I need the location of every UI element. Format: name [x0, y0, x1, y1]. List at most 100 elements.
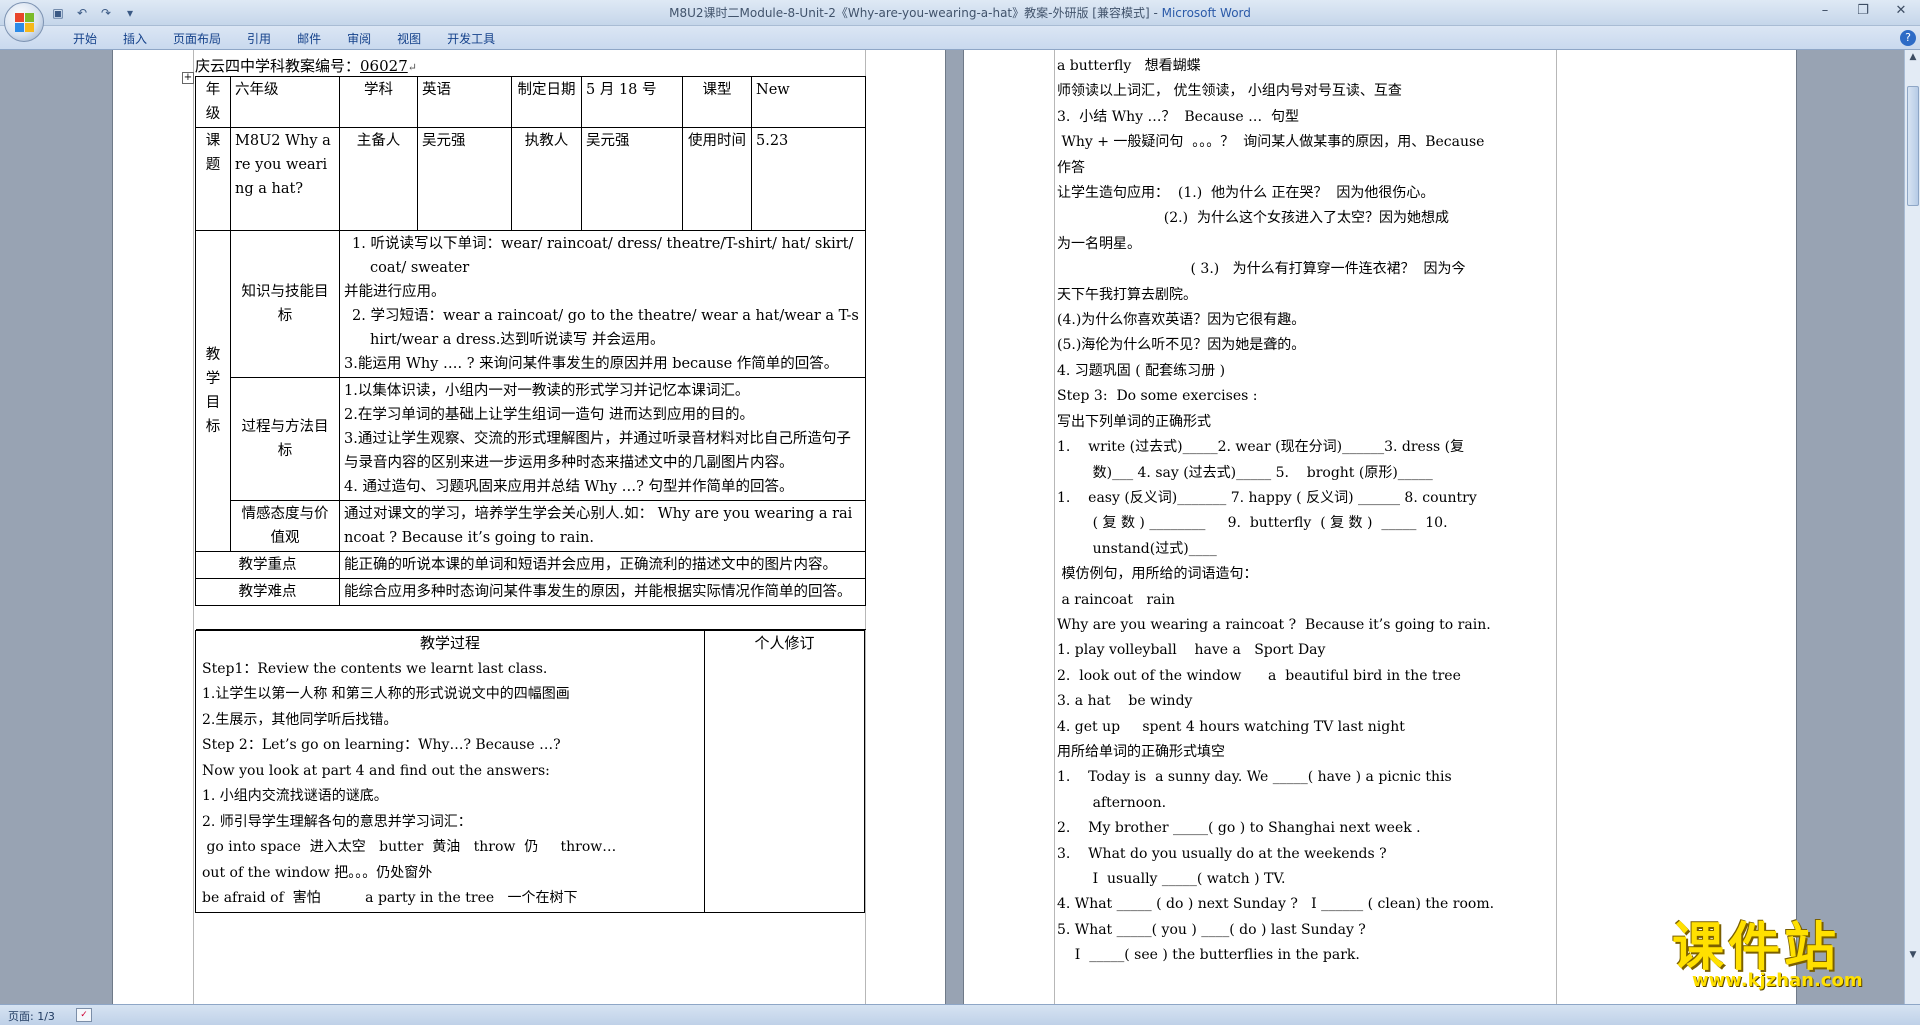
minimize-button[interactable]: –: [1812, 2, 1838, 20]
office-logo-icon: [15, 13, 35, 33]
page-1-content[interactable]: + 庆云四中学科教案编号：06027 年级 六年级 学科 英语 制定日期 5 月…: [182, 56, 866, 913]
scroll-up-icon[interactable]: ▲: [1907, 52, 1919, 66]
process-line: 1.让学生以第一人称 和第三人称的形式说说文中的四幅图画: [202, 686, 570, 702]
watermark-logo: 课件站 www.kjzhan.com: [1672, 918, 1902, 991]
page-2-line: 1. play volleyball have a Sport Day: [1057, 642, 1326, 659]
teaching-process-table: 教学过程 Step1：Review the contents we learnt…: [195, 630, 865, 913]
page-2-line: 2. look out of the window a beautiful bi…: [1057, 667, 1461, 684]
use-time-value: 5.23: [751, 127, 866, 231]
tab-references[interactable]: 引用: [234, 30, 284, 48]
page-2-line: I usually _____( watch ) TV.: [1057, 871, 1286, 887]
knowledge-label: 知识与技能目标: [230, 230, 340, 378]
help-icon[interactable]: ?: [1900, 30, 1916, 46]
date-label: 制定日期: [511, 76, 582, 128]
page-2-line: 4. What _____ ( do ) next Sunday ? I ___…: [1057, 896, 1495, 913]
knowledge-item: 并能进行应用。: [344, 284, 446, 300]
tab-view[interactable]: 视图: [384, 30, 434, 48]
spelling-check-icon[interactable]: ✓: [76, 1008, 92, 1022]
page-2-line: I _____( see ) the butterflies in the pa…: [1057, 947, 1360, 964]
process-line: 2.生展示，其他同学听后找错。: [202, 711, 398, 728]
page-1[interactable]: + 庆云四中学科教案编号：06027 年级 六年级 学科 英语 制定日期 5 月…: [112, 50, 946, 1004]
teacher-label: 执教人: [511, 127, 582, 231]
process-item: 1.以集体识读，小组内一对一教读的形式学习并记忆本课词汇。: [344, 383, 750, 399]
page-2-line: 2. My brother _____( go ) to Shanghai ne…: [1057, 820, 1421, 837]
knowledge-item: 1. 听说读写以下单词：wear/ raincoat/ dress/ theat…: [352, 236, 854, 276]
page-2[interactable]: a butterfly 想看蝴蝶师领读以上词汇， 优生领读， 小组内号对号互读、…: [963, 50, 1797, 1004]
page-2-content[interactable]: a butterfly 想看蝴蝶师领读以上词汇， 优生领读， 小组内号对号互读、…: [1057, 54, 1562, 969]
date-value: 5 月 18 号: [581, 76, 683, 128]
page-2-line: 师领读以上词汇， 优生领读， 小组内号对号互读、互查: [1057, 83, 1402, 100]
page-2-line: 写出下列单词的正确形式: [1057, 413, 1211, 430]
page-2-line: ( 3.) 为什么有打算穿一件连衣裙？ 因为今: [1057, 261, 1466, 278]
margin-guide: [193, 50, 194, 1004]
page-2-line: a raincoat rain: [1057, 591, 1175, 608]
grade-value: 六年级: [230, 76, 340, 128]
tab-home[interactable]: 开始: [60, 30, 110, 48]
preparer-value: 吴元强: [417, 127, 512, 231]
page-2-line: 4. get up spent 4 hours watching TV last…: [1057, 718, 1405, 735]
difficulties-label: 教学难点: [195, 578, 340, 606]
scroll-thumb[interactable]: [1907, 86, 1919, 206]
status-bar: 页面: 1/3 ✓: [0, 1004, 1920, 1025]
document-area[interactable]: + 庆云四中学科教案编号：06027 年级 六年级 学科 英语 制定日期 5 月…: [0, 50, 1904, 1004]
close-button[interactable]: ✕: [1888, 2, 1914, 20]
process-line: out of the window 把。。。仍处窗外: [202, 864, 433, 881]
revision-cell[interactable]: 个人修订: [704, 630, 865, 913]
process-label: 过程与方法目标: [230, 377, 340, 501]
page-2-line: 模仿例句，用所给的词语造句：: [1057, 566, 1258, 583]
tab-mailings[interactable]: 邮件: [284, 30, 334, 48]
document-title: M8U2课时二Module-8-Unit-2《Why-are-you-weari…: [669, 6, 1162, 20]
knowledge-goals: 1. 听说读写以下单词：wear/ raincoat/ dress/ theat…: [339, 230, 866, 378]
ribbon-tabs: 开始 插入 页面布局 引用 邮件 审阅 视图 开发工具: [60, 30, 508, 48]
process-line: go into space 进入太空 butter 黄油 throw 仍 thr…: [202, 839, 617, 855]
process-line: 2. 师引导学生理解各句的意思并学习词汇：: [202, 813, 472, 830]
app-name: Microsoft Word: [1161, 6, 1251, 20]
header-label: 庆云四中学科教案编号：: [195, 57, 361, 75]
page-2-line: 为一名明星。: [1057, 235, 1141, 252]
process-item: 4. 通过造句、习题巩固来应用并总结 Why …? 句型并作简单的回答。: [344, 479, 794, 495]
page-2-line: a butterfly 想看蝴蝶: [1057, 58, 1201, 74]
page-2-line: unstand(过式)____: [1057, 540, 1217, 557]
page-2-line: ( 复 数 ) ________ 9. butterfly ( 复 数 ) __…: [1057, 515, 1448, 532]
process-line: Step 2：Let’s go on learning：Why…? Becaus…: [202, 737, 561, 753]
page-2-line: (2.) 为什么这个女孩进入了太空？因为她想成: [1057, 210, 1449, 227]
process-goals: 1.以集体识读，小组内一对一教读的形式学习并记忆本课词汇。 2.在学习单词的基础…: [339, 377, 866, 501]
ribbon: 开始 插入 页面布局 引用 邮件 审阅 视图 开发工具 ?: [0, 26, 1920, 50]
difficulties: 能综合应用多种时态询问某件事发生的原因，并能根据实际情况作简单的回答。: [339, 578, 866, 606]
topic-value: M8U2 Why are you wearing a hat?: [230, 127, 340, 231]
page-2-line: Why + 一般疑问句 。。。？ 询问某人做某事的原因，用、Because: [1057, 134, 1485, 151]
page-2-line: (5.)海伦为什么听不见？因为她是聋的。: [1057, 337, 1306, 354]
page-2-line: 让学生造句应用： (1.) 他为什么 正在哭？ 因为他很伤心。: [1057, 185, 1435, 202]
page-2-line: 4. 习题巩固 ( 配套练习册 ): [1057, 362, 1226, 379]
page-2-line: 1. Today is a sunny day. We _____( have …: [1057, 769, 1452, 786]
tab-insert[interactable]: 插入: [110, 30, 160, 48]
goals-label: 教学目标: [195, 230, 231, 552]
watermark-title: 课件站: [1672, 918, 1841, 978]
tab-developer[interactable]: 开发工具: [434, 30, 508, 48]
preparer-label: 主备人: [339, 127, 418, 231]
key-points: 能正确的听说本课的单词和短语并会应用，正确流利的描述文中的图片内容。: [339, 551, 866, 579]
teacher-value: 吴元强: [581, 127, 683, 231]
emotion-goals: 通过对课文的学习，培养学生学会关心别人.如： Why are you weari…: [339, 500, 866, 552]
table-move-handle-icon[interactable]: +: [182, 72, 194, 84]
page-2-line: 作答: [1057, 159, 1085, 176]
page-2-line: afternoon.: [1057, 794, 1167, 811]
page-2-line: (4.)为什么你喜欢英语？因为它很有趣。: [1057, 312, 1306, 329]
restore-button[interactable]: ❐: [1850, 2, 1876, 20]
process-cell: 教学过程 Step1：Review the contents we learnt…: [195, 630, 705, 913]
page-2-line: 1. easy (反义词)_______ 7. happy ( 反义词) ___…: [1057, 489, 1477, 506]
vertical-scrollbar[interactable]: ▲ ▼: [1904, 50, 1920, 1004]
revision-heading: 个人修订: [754, 634, 815, 652]
spacer-row: [195, 605, 866, 630]
scroll-down-icon[interactable]: ▼: [1907, 950, 1919, 964]
tab-review[interactable]: 审阅: [334, 30, 384, 48]
margin-guide: [1054, 50, 1055, 1004]
process-line: Step1：Review the contents we learnt last…: [202, 660, 548, 677]
page-count[interactable]: 页面: 1/3: [8, 1008, 55, 1024]
process-line: Now you look at part 4 and find out the …: [202, 762, 550, 779]
header-number: 06027: [360, 57, 408, 75]
knowledge-item: 3.能运用 Why …. ? 来询问某件事发生的原因并用 because 作简单…: [344, 356, 839, 372]
title-bar: ▣ ↶ ↷ ▾ M8U2课时二Module-8-Unit-2《Why-are-y…: [0, 0, 1920, 26]
office-button[interactable]: [4, 2, 44, 42]
tab-page-layout[interactable]: 页面布局: [160, 30, 234, 48]
